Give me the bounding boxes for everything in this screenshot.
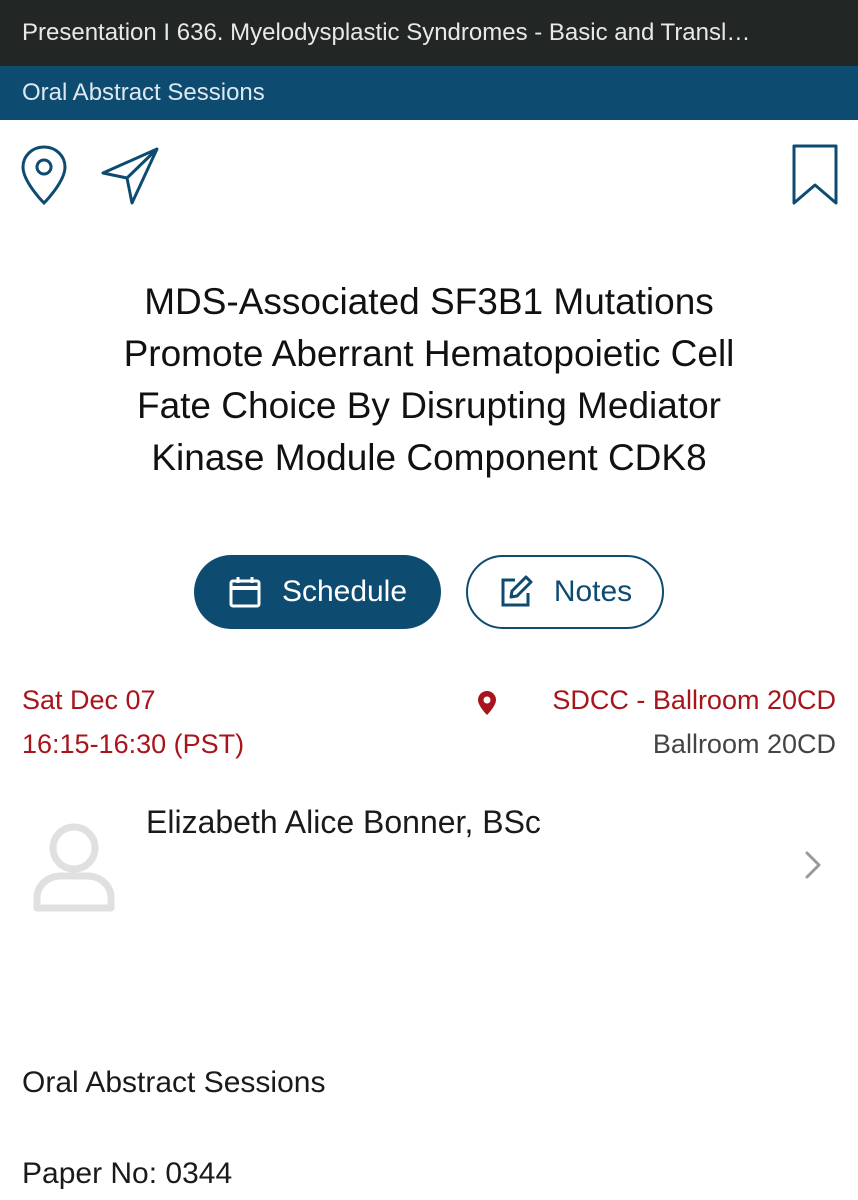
session-date: Sat Dec 07	[22, 685, 156, 715]
paper-title-line: Promote Aberrant Hematopoietic Cell	[123, 333, 735, 374]
presentation-header-title: Presentation I 636. Myelodysplastic Synd…	[22, 19, 751, 46]
paper-title-line: Kinase Module Component CDK8	[151, 437, 707, 478]
speaker-name[interactable]: Elizabeth Alice Bonner, BSc	[146, 804, 541, 841]
session-category-bar[interactable]: Oral Abstract Sessions	[0, 66, 858, 120]
paper-title-line: Fate Choice By Disrupting Mediator	[136, 385, 722, 426]
calendar-icon	[228, 575, 262, 609]
paper-number: Paper No: 0344	[22, 1157, 233, 1190]
notes-button[interactable]: Notes	[466, 555, 664, 629]
bookmark-icon[interactable]	[792, 144, 838, 206]
schedule-button-label: Schedule	[281, 575, 408, 608]
presentation-title-bar: Presentation I 636. Myelodysplastic Synd…	[0, 0, 858, 66]
paper-title: MDS-Associated SF3B1 Mutations Promote A…	[40, 276, 818, 484]
session-category-label: Oral Abstract Sessions	[22, 79, 265, 106]
send-icon[interactable]	[100, 146, 160, 206]
session-type: Oral Abstract Sessions	[22, 1066, 326, 1099]
session-time: 16:15-16:30 (PST)	[22, 729, 245, 759]
map-pin-icon[interactable]	[20, 144, 68, 206]
session-room: Ballroom 20CD	[652, 729, 836, 759]
session-venue[interactable]: SDCC - Ballroom 20CD	[552, 685, 836, 716]
edit-note-icon	[498, 574, 534, 610]
notes-button-label: Notes	[553, 575, 633, 608]
location-pin-icon	[477, 690, 497, 716]
avatar[interactable]	[30, 818, 118, 919]
paper-title-line: MDS-Associated SF3B1 Mutations	[144, 281, 714, 322]
chevron-right-icon[interactable]	[802, 850, 824, 885]
schedule-button[interactable]: Schedule	[194, 555, 441, 629]
